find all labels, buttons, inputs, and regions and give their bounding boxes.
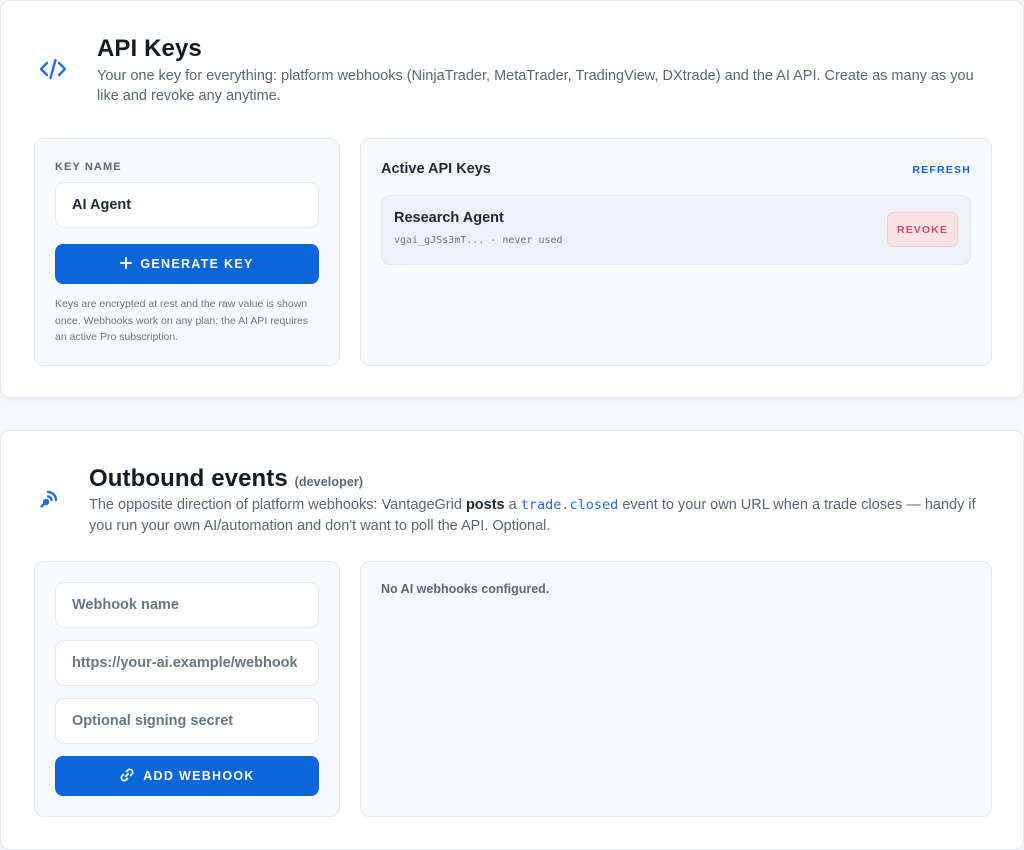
outbound-description: The opposite direction of platform webho… bbox=[89, 497, 976, 534]
api-key-name: Research Agent bbox=[394, 210, 504, 226]
api-key-row: Research Agent vgai_gJSs3mT... - never u… bbox=[381, 195, 971, 265]
active-keys-title: Active API Keys bbox=[381, 161, 491, 177]
api-keys-description: Your one key for everything: platform we… bbox=[97, 68, 974, 104]
refresh-link[interactable]: REFRESH bbox=[912, 164, 971, 176]
developer-tag: (developer) bbox=[294, 475, 364, 489]
page-title: API Keys bbox=[97, 35, 202, 62]
plus-icon bbox=[120, 256, 133, 272]
webhook-name-input[interactable] bbox=[55, 582, 319, 628]
api-key-meta: vgai_gJSs3mT... - never used bbox=[394, 235, 563, 246]
generate-key-button[interactable]: GENERATE KEY bbox=[55, 244, 319, 284]
add-webhook-label: ADD WEBHOOK bbox=[143, 769, 255, 783]
empty-state-text: No AI webhooks configured. bbox=[381, 582, 550, 596]
api-keys-panel: API Keys Your one key for everything: pl… bbox=[0, 0, 1024, 398]
section-title: Outbound events (developer) bbox=[89, 465, 363, 493]
key-name-input[interactable] bbox=[55, 182, 319, 228]
event-name-code: trade.closed bbox=[520, 497, 619, 513]
generate-key-label: GENERATE KEY bbox=[140, 257, 254, 271]
key-security-note: Keys are encrypted at rest and the raw v… bbox=[55, 298, 309, 343]
active-keys-list: Active API Keys REFRESH Research Agent v… bbox=[360, 138, 992, 366]
key-name-label: KEY NAME bbox=[55, 161, 122, 173]
webhook-url-input[interactable] bbox=[55, 640, 319, 686]
signing-secret-input[interactable] bbox=[55, 698, 319, 744]
outbound-events-panel: Outbound events (developer) The opposite… bbox=[0, 430, 1024, 850]
webhook-icon bbox=[37, 487, 61, 511]
revoke-button[interactable]: REVOKE bbox=[887, 212, 958, 247]
link-icon bbox=[119, 767, 135, 786]
outbound-title: Outbound events bbox=[89, 465, 288, 492]
webhooks-list: No AI webhooks configured. bbox=[360, 561, 992, 817]
code-icon bbox=[39, 57, 67, 81]
add-webhook-form: ADD WEBHOOK bbox=[34, 561, 340, 817]
add-webhook-button[interactable]: ADD WEBHOOK bbox=[55, 756, 319, 796]
create-key-form: KEY NAME GENERATE KEY Keys are encrypted… bbox=[34, 138, 340, 366]
